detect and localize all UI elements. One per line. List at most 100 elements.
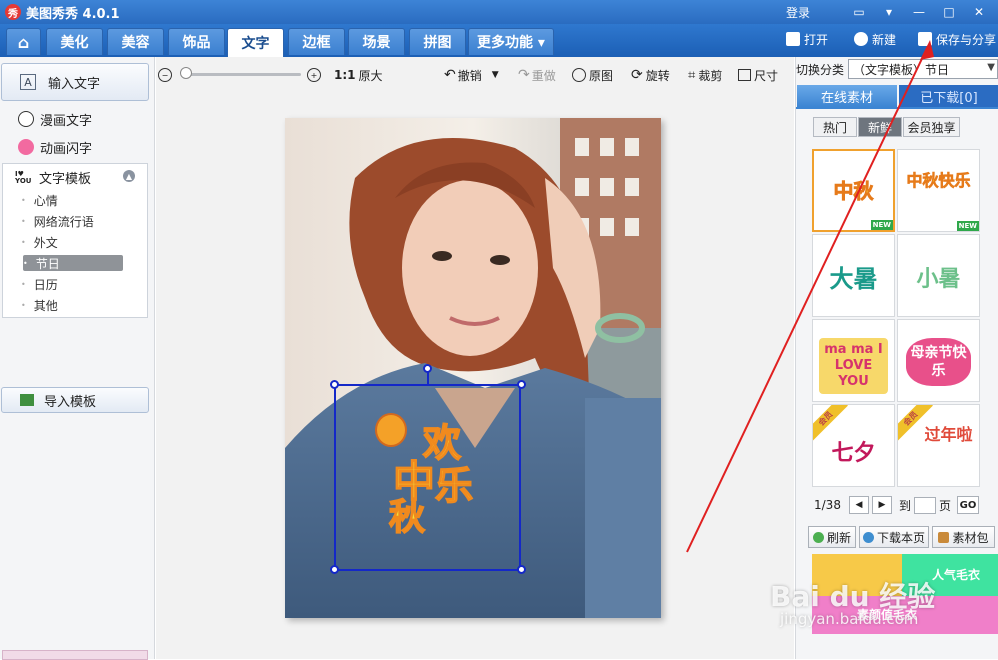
template-item-foreign[interactable]: 外文 [21,234,121,250]
tab-collage[interactable]: 拼图 [409,28,466,55]
resize-handle-bottom-right[interactable] [517,565,526,574]
template-item-other[interactable]: 其他 [21,297,121,313]
download-page-button[interactable]: 下载本页 [859,526,929,548]
page-indicator: 1/38 [814,498,841,512]
page-number-input[interactable] [913,496,936,514]
tab-home[interactable]: ⌂ [6,28,41,55]
tab-underline [796,107,998,109]
tab-downloaded[interactable]: 已下载[0] [899,85,998,107]
chevron-down-icon: ▼ [987,62,995,73]
collapse-icon[interactable]: ▲ [123,170,135,182]
refresh-button[interactable]: 刷新 [808,526,856,548]
tab-beautify[interactable]: 美化 [46,28,103,55]
resize-handle-bottom-left[interactable] [330,565,339,574]
material-thumb[interactable]: 大暑 [812,234,895,317]
new-button[interactable]: 新建 [854,28,896,50]
redo-icon: ↷ [518,67,530,83]
sticker-selection-box[interactable] [334,384,521,571]
package-icon [938,531,950,543]
tab-scene[interactable]: 场景 [348,28,405,55]
material-thumb[interactable]: 中秋快乐 NEW [897,149,980,232]
material-thumb[interactable]: 会员 过年啦 [897,404,980,487]
template-header[interactable]: I♥ YOU 文字模板 [15,168,91,187]
undo-button[interactable]: ↶ 撤销 ▼ [444,65,499,85]
folder-icon [786,32,800,46]
zoom-in-icon[interactable]: + [307,65,324,85]
comic-bubble-icon [18,111,34,127]
import-icon [20,394,34,406]
title-bar: 秀 美图秀秀 4.0.1 登录 ▭ ▾ — □ ✕ [0,0,998,24]
new-badge: NEW [956,221,979,231]
i-love-you-icon: I♥ YOU [15,169,32,185]
tab-online-materials[interactable]: 在线素材 [797,85,897,107]
canvas-area: − + 1:1 原大 ↶ 撤销 ▼ ↷ 重做 原图 ⟳ 旋转 ⌗ 裁剪 尺寸 欢… [156,57,794,659]
material-thumb[interactable]: 中秋 NEW [812,149,895,232]
text-template-panel: I♥YOU 文字模板 ▲ 心情 网络流行语 外文 节日 日历 其他 [2,163,148,318]
rotate-handle[interactable] [423,364,432,373]
tab-accessories[interactable]: 饰品 [168,28,225,55]
zoom-slider[interactable] [183,73,301,76]
zoom-slider-knob[interactable] [180,67,192,79]
watermark-url: jingyan.baidu.com [780,610,919,628]
app-logo-icon: 秀 [5,4,21,20]
tab-beauty[interactable]: 美容 [107,28,164,55]
filter-new[interactable]: 新鲜 [858,117,902,137]
menu-icon[interactable]: ▾ [878,3,900,21]
crop-button[interactable]: ⌗ 裁剪 [688,65,722,85]
minimize-icon[interactable]: — [908,3,930,21]
material-thumb[interactable]: 小暑 [897,234,980,317]
next-page-icon[interactable]: ▶ [871,496,892,514]
app-title: 美图秀秀 4.0.1 [26,6,120,22]
template-item-mood[interactable]: 心情 [21,192,121,208]
flash-heart-icon [18,139,34,155]
tab-text[interactable]: 文字 [227,28,284,57]
filter-hot[interactable]: 热门 [813,117,857,137]
material-panel: 切换分类 （文字模板）节日 ▼ 在线素材 已下载[0] 热门 新鲜 会员独享 中… [795,57,998,659]
zoom-out-icon[interactable]: − [158,65,175,85]
close-icon[interactable]: ✕ [968,3,990,21]
open-button[interactable]: 打开 [786,28,828,50]
filter-vip[interactable]: 会员独享 [903,117,960,137]
original-image-button[interactable]: 原图 [572,65,613,85]
login-link[interactable]: 登录 [786,4,810,21]
comic-text-item[interactable]: 漫画文字 [18,109,92,129]
undo-icon: ↶ [444,67,456,83]
go-button[interactable]: GO [956,496,979,514]
template-item-calendar[interactable]: 日历 [21,276,121,292]
pagination: 1/38 ◀ ▶ 到 页 GO [814,495,982,515]
material-thumb[interactable]: 会员 七夕 [812,404,895,487]
left-sidebar: A 输入文字 漫画文字 动画闪字 I♥YOU 文字模板 ▲ 心情 网络流行语 外… [0,57,155,660]
maximize-icon[interactable]: □ [938,3,960,21]
resize-handle-top-left[interactable] [330,380,339,389]
watermark-logo: Bai du 经验 [770,580,936,613]
redo-button[interactable]: ↷ 重做 [518,65,556,85]
new-badge: NEW [870,220,893,230]
save-share-button[interactable]: 保存与分享 [918,28,998,50]
rotate-button[interactable]: ⟳ 旋转 [631,65,670,85]
resize-button[interactable]: 尺寸 [738,65,778,85]
material-thumb[interactable]: 母亲节快乐 [897,319,980,402]
import-template-button[interactable]: 导入模板 [1,387,149,413]
crop-icon: ⌗ [688,67,696,83]
undo-dropdown-icon[interactable]: ▼ [492,70,499,80]
main-tab-bar: ⌂ 美化 美容 饰品 文字 边框 场景 拼图 更多功能 ▾ [0,24,998,57]
template-item-holiday[interactable]: 节日 [23,255,123,271]
material-thumb[interactable]: ma ma I LOVE YOU [812,319,895,402]
prev-page-icon[interactable]: ◀ [848,496,869,514]
original-icon [572,68,586,82]
tab-more[interactable]: 更多功能 ▾ [468,28,554,55]
resize-handle-top-right[interactable] [517,380,526,389]
plus-icon [854,32,868,46]
material-pack-button[interactable]: 素材包 [932,526,995,548]
template-item-slang[interactable]: 网络流行语 [21,213,121,229]
rotate-icon: ⟳ [631,67,643,83]
tab-frame[interactable]: 边框 [288,28,345,55]
category-label: 切换分类 [796,63,845,77]
input-text-button[interactable]: A 输入文字 [1,63,149,101]
category-select[interactable]: （文字模板）节日 ▼ [848,59,998,79]
download-icon [862,531,874,543]
flash-text-item[interactable]: 动画闪字 [18,137,92,157]
message-icon[interactable]: ▭ [848,3,870,21]
refresh-icon [812,531,824,543]
original-size-button[interactable]: 1:1 原大 [334,65,383,85]
